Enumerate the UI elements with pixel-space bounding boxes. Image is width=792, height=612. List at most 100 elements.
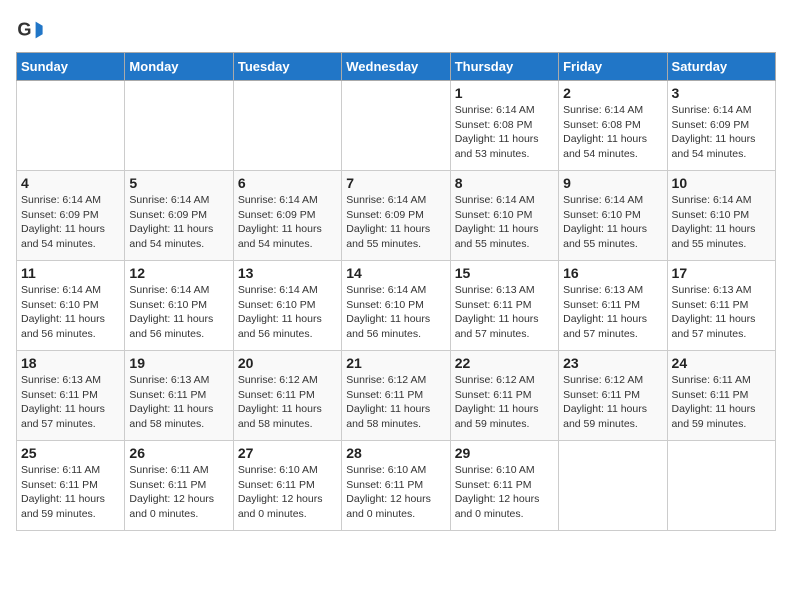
day-number: 16 — [563, 265, 662, 281]
day-info: Sunrise: 6:14 AM Sunset: 6:10 PM Dayligh… — [672, 193, 771, 252]
day-info: Sunrise: 6:11 AM Sunset: 6:11 PM Dayligh… — [21, 463, 120, 522]
day-info: Sunrise: 6:13 AM Sunset: 6:11 PM Dayligh… — [455, 283, 554, 342]
day-number: 7 — [346, 175, 445, 191]
day-number: 1 — [455, 85, 554, 101]
day-number: 23 — [563, 355, 662, 371]
calendar-cell: 25 Sunrise: 6:11 AM Sunset: 6:11 PM Dayli… — [17, 441, 125, 531]
calendar-week-row: 11 Sunrise: 6:14 AM Sunset: 6:10 PM Dayli… — [17, 261, 776, 351]
calendar-cell: 4 Sunrise: 6:14 AM Sunset: 6:09 PM Daylig… — [17, 171, 125, 261]
day-of-week-header: Friday — [559, 53, 667, 81]
day-number: 12 — [129, 265, 228, 281]
day-number: 2 — [563, 85, 662, 101]
day-number: 20 — [238, 355, 337, 371]
day-info: Sunrise: 6:14 AM Sunset: 6:09 PM Dayligh… — [21, 193, 120, 252]
calendar-cell: 24 Sunrise: 6:11 AM Sunset: 6:11 PM Dayli… — [667, 351, 775, 441]
day-number: 21 — [346, 355, 445, 371]
calendar-cell: 12 Sunrise: 6:14 AM Sunset: 6:10 PM Dayli… — [125, 261, 233, 351]
day-number: 22 — [455, 355, 554, 371]
calendar-week-row: 4 Sunrise: 6:14 AM Sunset: 6:09 PM Daylig… — [17, 171, 776, 261]
day-number: 10 — [672, 175, 771, 191]
calendar-cell: 8 Sunrise: 6:14 AM Sunset: 6:10 PM Daylig… — [450, 171, 558, 261]
day-number: 27 — [238, 445, 337, 461]
day-number: 15 — [455, 265, 554, 281]
day-info: Sunrise: 6:13 AM Sunset: 6:11 PM Dayligh… — [672, 283, 771, 342]
day-of-week-header: Wednesday — [342, 53, 450, 81]
day-number: 28 — [346, 445, 445, 461]
calendar-cell: 28 Sunrise: 6:10 AM Sunset: 6:11 PM Dayli… — [342, 441, 450, 531]
calendar-table: SundayMondayTuesdayWednesdayThursdayFrid… — [16, 52, 776, 531]
calendar-cell: 26Sunrise: 6:11 AM Sunset: 6:11 PM Dayli… — [125, 441, 233, 531]
calendar-cell: 18 Sunrise: 6:13 AM Sunset: 6:11 PM Dayli… — [17, 351, 125, 441]
calendar-cell: 19Sunrise: 6:13 AM Sunset: 6:11 PM Dayli… — [125, 351, 233, 441]
day-number: 24 — [672, 355, 771, 371]
day-info: Sunrise: 6:10 AM Sunset: 6:11 PM Dayligh… — [346, 463, 445, 522]
day-info: Sunrise: 6:10 AM Sunset: 6:11 PM Dayligh… — [455, 463, 554, 522]
calendar-week-row: 25 Sunrise: 6:11 AM Sunset: 6:11 PM Dayli… — [17, 441, 776, 531]
day-number: 8 — [455, 175, 554, 191]
day-info: Sunrise: 6:14 AM Sunset: 6:09 PM Dayligh… — [672, 103, 771, 162]
day-number: 29 — [455, 445, 554, 461]
day-info: Sunrise: 6:14 AM Sunset: 6:10 PM Dayligh… — [238, 283, 337, 342]
calendar-cell: 13Sunrise: 6:14 AM Sunset: 6:10 PM Dayli… — [233, 261, 341, 351]
day-number: 6 — [238, 175, 337, 191]
day-number: 14 — [346, 265, 445, 281]
day-info: Sunrise: 6:14 AM Sunset: 6:09 PM Dayligh… — [129, 193, 228, 252]
header: G — [16, 16, 776, 44]
logo-icon: G — [16, 16, 44, 44]
svg-text:G: G — [17, 20, 31, 40]
day-of-week-header: Monday — [125, 53, 233, 81]
calendar-cell: 16 Sunrise: 6:13 AM Sunset: 6:11 PM Dayli… — [559, 261, 667, 351]
day-info: Sunrise: 6:14 AM Sunset: 6:10 PM Dayligh… — [455, 193, 554, 252]
day-info: Sunrise: 6:12 AM Sunset: 6:11 PM Dayligh… — [346, 373, 445, 432]
calendar-cell — [559, 441, 667, 531]
calendar-cell: 20 Sunrise: 6:12 AM Sunset: 6:11 PM Dayli… — [233, 351, 341, 441]
day-number: 19 — [129, 355, 228, 371]
calendar-cell: 14 Sunrise: 6:14 AM Sunset: 6:10 PM Dayli… — [342, 261, 450, 351]
day-info: Sunrise: 6:14 AM Sunset: 6:08 PM Dayligh… — [563, 103, 662, 162]
day-number: 9 — [563, 175, 662, 191]
calendar-cell: 17 Sunrise: 6:13 AM Sunset: 6:11 PM Dayli… — [667, 261, 775, 351]
calendar-cell: 11 Sunrise: 6:14 AM Sunset: 6:10 PM Dayli… — [17, 261, 125, 351]
calendar-week-row: 18 Sunrise: 6:13 AM Sunset: 6:11 PM Dayli… — [17, 351, 776, 441]
calendar-header-row: SundayMondayTuesdayWednesdayThursdayFrid… — [17, 53, 776, 81]
calendar-cell: 21 Sunrise: 6:12 AM Sunset: 6:11 PM Dayli… — [342, 351, 450, 441]
calendar-cell: 9 Sunrise: 6:14 AM Sunset: 6:10 PM Daylig… — [559, 171, 667, 261]
calendar-cell: 15 Sunrise: 6:13 AM Sunset: 6:11 PM Dayli… — [450, 261, 558, 351]
calendar-cell: 3Sunrise: 6:14 AM Sunset: 6:09 PM Daylig… — [667, 81, 775, 171]
calendar-cell — [233, 81, 341, 171]
calendar-cell: 5 Sunrise: 6:14 AM Sunset: 6:09 PM Daylig… — [125, 171, 233, 261]
calendar-cell: 22 Sunrise: 6:12 AM Sunset: 6:11 PM Dayli… — [450, 351, 558, 441]
calendar-cell — [125, 81, 233, 171]
calendar-cell: 23 Sunrise: 6:12 AM Sunset: 6:11 PM Dayli… — [559, 351, 667, 441]
day-info: Sunrise: 6:13 AM Sunset: 6:11 PM Dayligh… — [21, 373, 120, 432]
day-info: Sunrise: 6:12 AM Sunset: 6:11 PM Dayligh… — [238, 373, 337, 432]
day-number: 4 — [21, 175, 120, 191]
day-info: Sunrise: 6:14 AM Sunset: 6:10 PM Dayligh… — [346, 283, 445, 342]
day-info: Sunrise: 6:14 AM Sunset: 6:10 PM Dayligh… — [129, 283, 228, 342]
day-number: 26 — [129, 445, 228, 461]
calendar-cell — [17, 81, 125, 171]
calendar-cell: 7 Sunrise: 6:14 AM Sunset: 6:09 PM Daylig… — [342, 171, 450, 261]
day-info: Sunrise: 6:14 AM Sunset: 6:10 PM Dayligh… — [21, 283, 120, 342]
day-of-week-header: Thursday — [450, 53, 558, 81]
day-info: Sunrise: 6:10 AM Sunset: 6:11 PM Dayligh… — [238, 463, 337, 522]
calendar-week-row: 1 Sunrise: 6:14 AM Sunset: 6:08 PM Daylig… — [17, 81, 776, 171]
calendar-cell: 29 Sunrise: 6:10 AM Sunset: 6:11 PM Dayli… — [450, 441, 558, 531]
day-number: 18 — [21, 355, 120, 371]
day-info: Sunrise: 6:11 AM Sunset: 6:11 PM Dayligh… — [672, 373, 771, 432]
day-number: 17 — [672, 265, 771, 281]
day-number: 25 — [21, 445, 120, 461]
logo: G — [16, 16, 48, 44]
day-number: 11 — [21, 265, 120, 281]
day-of-week-header: Tuesday — [233, 53, 341, 81]
day-of-week-header: Sunday — [17, 53, 125, 81]
day-info: Sunrise: 6:12 AM Sunset: 6:11 PM Dayligh… — [563, 373, 662, 432]
calendar-cell: 10 Sunrise: 6:14 AM Sunset: 6:10 PM Dayli… — [667, 171, 775, 261]
calendar-cell: 6 Sunrise: 6:14 AM Sunset: 6:09 PM Daylig… — [233, 171, 341, 261]
day-number: 5 — [129, 175, 228, 191]
day-info: Sunrise: 6:12 AM Sunset: 6:11 PM Dayligh… — [455, 373, 554, 432]
day-info: Sunrise: 6:14 AM Sunset: 6:09 PM Dayligh… — [238, 193, 337, 252]
day-info: Sunrise: 6:13 AM Sunset: 6:11 PM Dayligh… — [563, 283, 662, 342]
day-info: Sunrise: 6:14 AM Sunset: 6:10 PM Dayligh… — [563, 193, 662, 252]
day-info: Sunrise: 6:14 AM Sunset: 6:09 PM Dayligh… — [346, 193, 445, 252]
